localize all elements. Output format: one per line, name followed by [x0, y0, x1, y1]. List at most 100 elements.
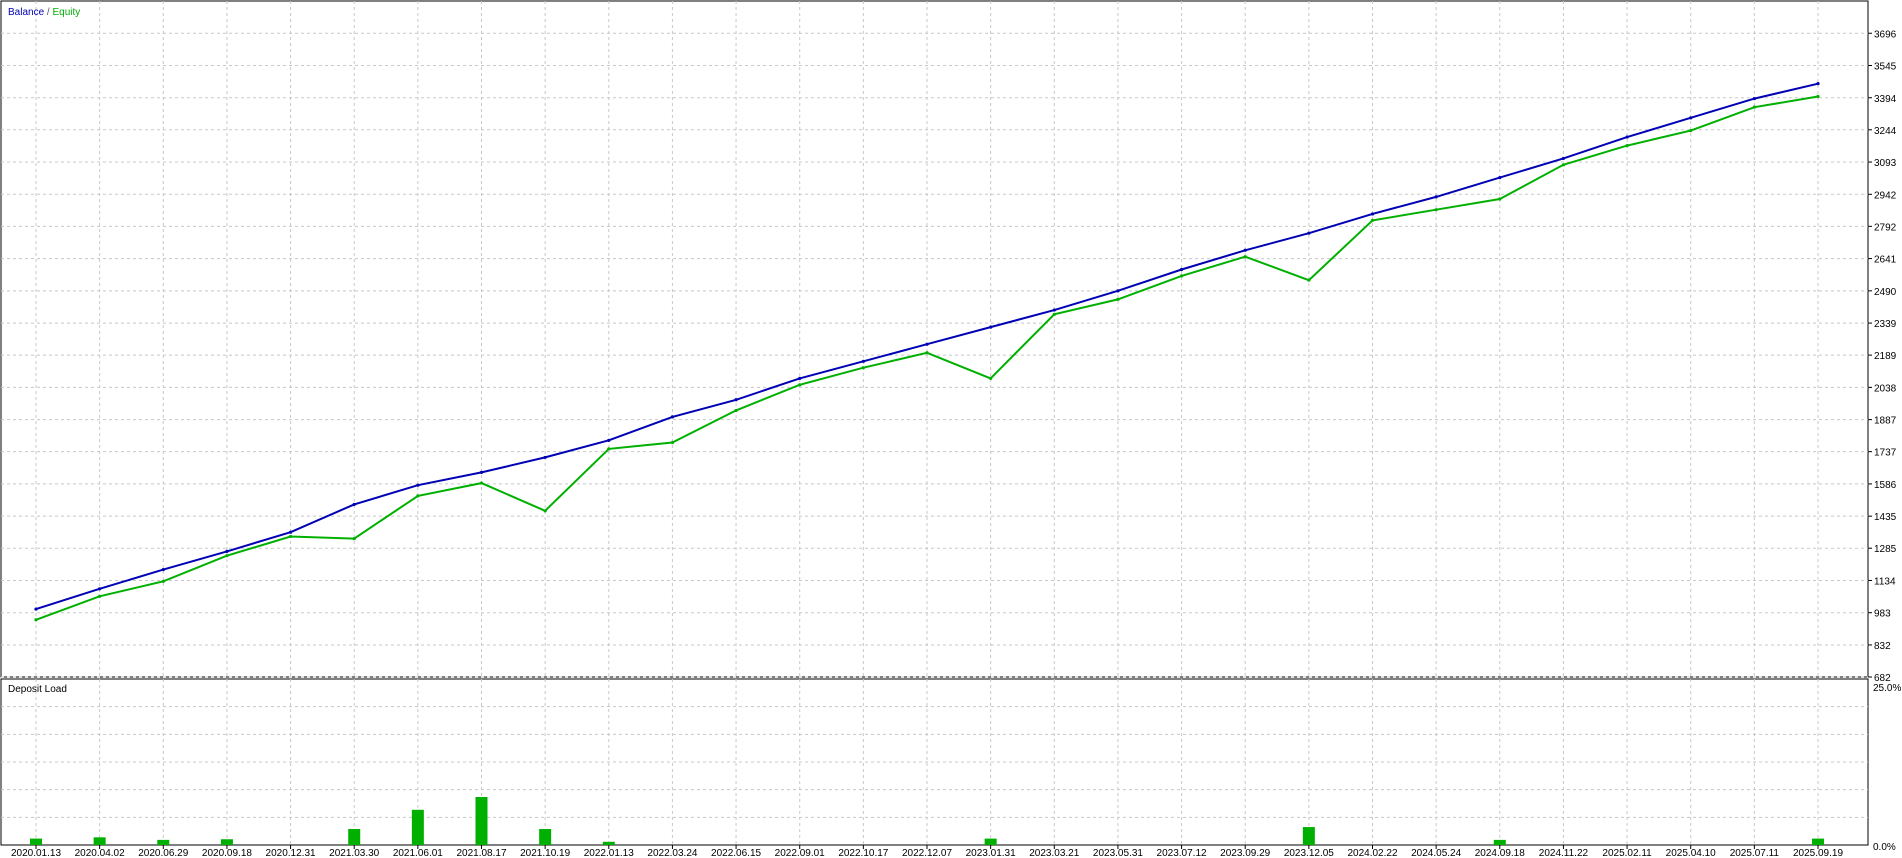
y-axis-ticks: 6828329831134128514351586173718872038218…	[1868, 29, 1897, 684]
equity-point	[607, 447, 611, 451]
equity-point	[1116, 297, 1120, 301]
balance-point	[925, 342, 929, 346]
equity-point	[416, 494, 420, 498]
y-tick-label: 1134	[1874, 576, 1896, 587]
equity-point	[989, 376, 993, 381]
balance-point	[1625, 135, 1629, 139]
x-tick-label: 2024.11.22	[1539, 848, 1589, 858]
y-tick-label: 3093	[1874, 158, 1897, 169]
deposit-load-bar	[602, 841, 615, 845]
balance-point	[734, 398, 738, 402]
x-tick-label: 2023.05.31	[1093, 848, 1143, 858]
equity-point	[288, 534, 293, 539]
balance-point	[34, 607, 38, 611]
x-tick-label: 2022.12.07	[902, 848, 952, 858]
balance-point	[98, 587, 102, 591]
balance-point	[1179, 267, 1184, 272]
x-tick-label: 2020.06.29	[138, 848, 188, 858]
equity-point	[1243, 255, 1247, 259]
balance-point	[161, 567, 165, 572]
x-tick-label: 2022.06.15	[711, 848, 761, 858]
equity-point	[1625, 143, 1629, 148]
equity-point	[98, 594, 102, 598]
y-tick-label: 1285	[1874, 544, 1897, 555]
y-tick-label: 3394	[1874, 94, 1897, 105]
deposit-load-bar	[984, 838, 997, 845]
equity-point	[1179, 274, 1184, 278]
x-tick-label: 2022.03.24	[647, 848, 697, 858]
balance-point	[288, 530, 293, 534]
main-plot-frame	[0, 0, 1869, 678]
x-tick-label: 2023.09.29	[1220, 848, 1270, 858]
y-tick-label: 832	[1874, 641, 1891, 652]
equity-point	[734, 408, 738, 413]
load-tick-bottom: 0.0%	[1873, 842, 1896, 853]
x-tick-label: 2025.02.11	[1602, 848, 1652, 858]
equity-point	[543, 509, 547, 513]
balance-point	[670, 415, 675, 419]
equity-point	[861, 366, 865, 370]
x-tick-label: 2023.03.21	[1029, 848, 1079, 858]
load-tick-top: 25.0%	[1873, 683, 1901, 694]
x-tick-label: 2023.07.12	[1157, 848, 1207, 858]
x-tick-label: 2022.01.13	[584, 848, 634, 858]
balance-point	[1498, 176, 1502, 180]
balance-point	[1689, 116, 1693, 120]
deposit-load-bar	[220, 839, 233, 845]
equity-point	[925, 351, 929, 355]
x-tick-label: 2021.10.19	[520, 848, 570, 858]
balance-point	[1116, 289, 1120, 293]
balance-point	[1752, 97, 1756, 101]
legend-equity: Equity	[52, 7, 80, 18]
balance-equity-panel: 6828329831134128514351586173718872038218…	[0, 0, 1897, 684]
x-tick-label: 2022.10.17	[838, 848, 888, 858]
legend: Balance / Equity	[8, 7, 80, 18]
y-tick-label: 2189	[1874, 351, 1897, 362]
deposit-load-bar	[1812, 838, 1824, 845]
deposit-load-panel: Deposit Load 25.0% 0.0%	[0, 678, 1901, 853]
x-tick-label: 2025.09.19	[1793, 848, 1843, 858]
y-tick-label: 1737	[1874, 448, 1897, 459]
y-tick-label: 1887	[1874, 416, 1897, 427]
x-tick-label: 2023.12.05	[1284, 848, 1334, 858]
y-tick-label: 1435	[1874, 512, 1897, 523]
y-tick-label: 2942	[1874, 190, 1897, 201]
x-tick-label: 2023.01.31	[966, 848, 1016, 858]
x-tick-label: 2021.06.01	[393, 848, 443, 858]
y-tick-label: 2038	[1874, 383, 1897, 394]
balance-point	[479, 470, 484, 474]
balance-point	[1561, 156, 1566, 161]
y-tick-label: 2490	[1874, 287, 1897, 298]
deposit-load-bar	[30, 838, 42, 845]
equity-point	[670, 440, 675, 445]
equity-point	[1561, 163, 1566, 167]
x-tick-label: 2025.07.11	[1730, 848, 1780, 858]
deposit-load-bar	[411, 809, 424, 845]
balance-point	[1370, 212, 1375, 216]
deposit-load-bar	[1493, 839, 1506, 845]
balance-point	[543, 455, 547, 460]
equity-point	[479, 481, 484, 485]
balance-point	[989, 325, 993, 329]
balance-point	[1816, 82, 1820, 86]
equity-point	[1816, 94, 1820, 99]
balance-point	[798, 376, 802, 381]
x-tick-label: 2024.09.18	[1475, 848, 1525, 858]
x-tick-label: 2025.04.10	[1666, 848, 1716, 858]
x-axis-ticks: 2020.01.13 2020.04.02 2020.06.29 2020.09.18…	[11, 845, 1843, 858]
equity-point	[1498, 197, 1502, 201]
equity-point	[225, 554, 229, 558]
deposit-load-bar	[157, 839, 170, 845]
x-tick-label: 2022.09.01	[775, 848, 825, 858]
y-tick-label: 2792	[1874, 222, 1897, 233]
equity-point	[1052, 312, 1056, 316]
y-tick-label: 2339	[1874, 319, 1897, 330]
balance-point	[1307, 231, 1311, 235]
strategy-tester-graph: 6828329831134128514351586173718872038218…	[0, 0, 1901, 858]
equity-point	[1370, 218, 1375, 222]
equity-point	[352, 536, 356, 541]
equity-point	[1689, 129, 1693, 133]
x-tick-label: 2020.12.31	[266, 848, 316, 858]
equity-point	[1752, 105, 1756, 109]
equity-point	[34, 618, 38, 622]
